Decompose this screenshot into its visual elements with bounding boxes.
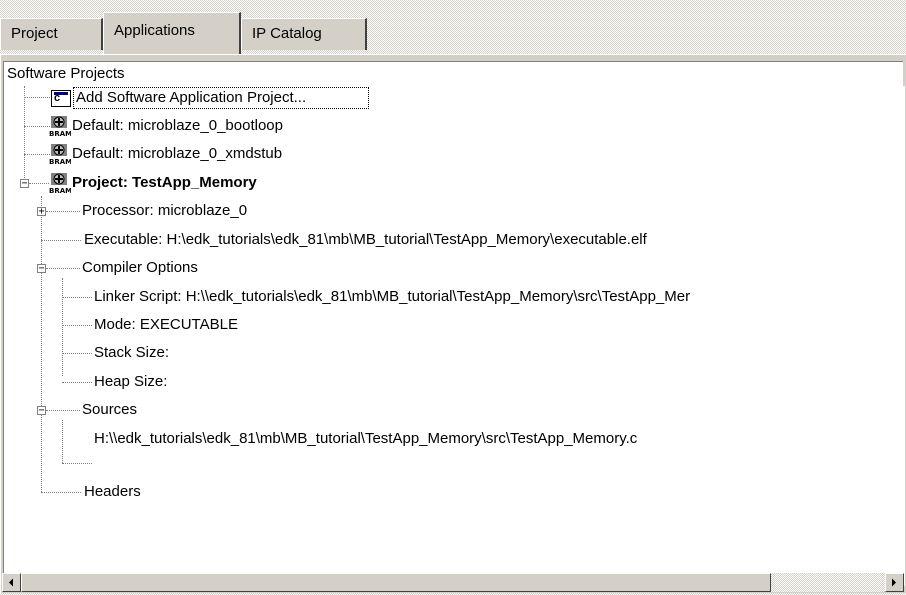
tree-item-heap-size[interactable]: Heap Size:: [94, 370, 167, 394]
tree-item-processor[interactable]: Processor: microblaze_0: [82, 199, 247, 223]
tree-line: [46, 211, 80, 212]
tree-line: [24, 86, 25, 186]
tab-project-label: Project: [11, 25, 58, 42]
tab-bar: Project Applications IP Catalog: [0, 0, 906, 54]
tree-item-sources[interactable]: Sources: [82, 398, 137, 422]
tree-line: [62, 353, 92, 354]
tree-item-xmdstub[interactable]: Default: microblaze_0_xmdstub: [72, 142, 282, 166]
collapse-icon[interactable]: −: [20, 179, 29, 189]
arrow-right-icon: [892, 578, 896, 587]
tree-item-source-file[interactable]: H:\\edk_tutorials\edk_81\mb\MB_tutorial\…: [94, 427, 637, 451]
tree-line: [41, 492, 81, 493]
tree-line: [62, 325, 92, 326]
tree-line: [46, 410, 80, 411]
software-projects-tree[interactable]: c Add Software Application Project... BR…: [3, 86, 905, 586]
tree-line: [29, 183, 49, 184]
tab-applications-label: Applications: [114, 22, 195, 39]
software-projects-panel: Software Projects c Add Software Applica…: [0, 54, 906, 593]
tree-item-headers[interactable]: Headers: [84, 480, 141, 504]
tree-item-linker-script[interactable]: Linker Script: H:\\edk_tutorials\edk_81\…: [94, 285, 690, 309]
tree-item-executable[interactable]: Executable: H:\edk_tutorials\edk_81\mb\M…: [84, 228, 647, 252]
bram-icon: BRAM: [49, 116, 71, 137]
tree-item-add-software-application[interactable]: Add Software Application Project...: [76, 86, 306, 110]
bram-icon: BRAM: [49, 173, 71, 194]
tab-applications[interactable]: Applications: [103, 12, 241, 54]
svg-text:BRAM: BRAM: [49, 130, 71, 137]
tree-item-mode[interactable]: Mode: EXECUTABLE: [94, 313, 238, 337]
tree-line: [24, 154, 50, 155]
tab-ip-catalog[interactable]: IP Catalog: [241, 18, 367, 50]
tree-item-project[interactable]: Project: TestApp_Memory: [72, 171, 257, 195]
scroll-left-button[interactable]: [2, 573, 21, 592]
tree-item-bootloop[interactable]: Default: microblaze_0_bootloop: [72, 114, 283, 138]
svg-text:BRAM: BRAM: [49, 187, 71, 194]
tree-line: [24, 97, 50, 98]
tree-item-compiler-options[interactable]: Compiler Options: [82, 256, 198, 280]
tree-line: [62, 420, 63, 463]
tree-line: [24, 126, 50, 127]
tree-line: [62, 297, 92, 298]
tree-line: [46, 268, 80, 269]
tree-line: [62, 278, 63, 376]
horizontal-scrollbar[interactable]: [2, 573, 904, 592]
expand-icon[interactable]: +: [37, 207, 46, 217]
scroll-thumb[interactable]: [21, 573, 771, 592]
arrow-left-icon: [9, 578, 13, 587]
tree-line: [62, 463, 92, 464]
tab-project[interactable]: Project: [0, 18, 103, 50]
collapse-icon[interactable]: −: [37, 406, 46, 416]
collapse-icon[interactable]: −: [37, 264, 46, 274]
panel-title: Software Projects: [3, 61, 903, 86]
c-file-icon: c: [51, 90, 71, 107]
svg-text:BRAM: BRAM: [49, 158, 71, 165]
tree-item-stack-size[interactable]: Stack Size:: [94, 341, 169, 365]
tree-line: [41, 240, 81, 241]
tab-ip-catalog-label: IP Catalog: [252, 25, 322, 42]
tree-line: [62, 382, 92, 383]
scroll-right-button[interactable]: [885, 573, 904, 592]
bram-icon: BRAM: [49, 144, 71, 165]
